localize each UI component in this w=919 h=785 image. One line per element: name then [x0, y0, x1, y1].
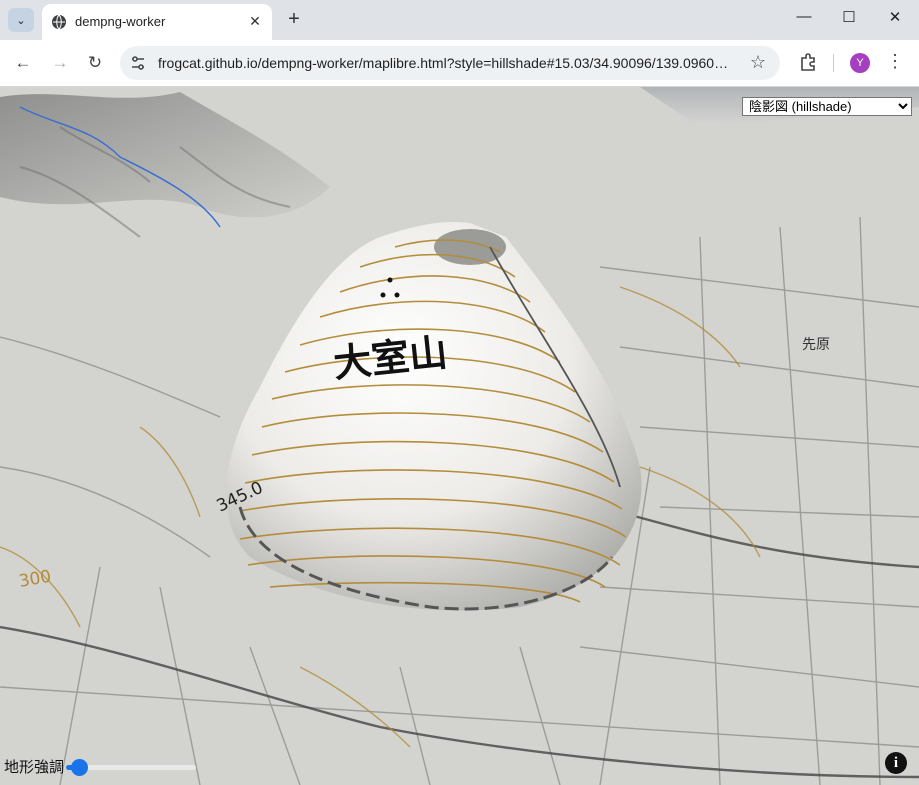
star-icon[interactable]: ☆: [750, 52, 766, 73]
url-text[interactable]: frogcat.github.io/dempng-worker/maplibre…: [158, 55, 738, 71]
browser-tab[interactable]: dempng-worker ✕: [42, 4, 272, 40]
back-button[interactable]: ←: [12, 53, 34, 73]
map-canvas[interactable]: 大室山 345.0 300 先原 陰影図 (hillshade) 地形強調 i: [0, 87, 919, 785]
tune-icon[interactable]: [130, 55, 146, 71]
address-bar[interactable]: frogcat.github.io/dempng-worker/maplibre…: [120, 46, 780, 80]
toolbar-divider: [833, 54, 834, 72]
globe-icon: [52, 14, 66, 30]
puzzle-icon[interactable]: [798, 52, 818, 72]
maximize-button[interactable]: ☐: [837, 8, 861, 26]
info-icon[interactable]: i: [885, 752, 907, 774]
minimize-button[interactable]: —: [792, 8, 816, 25]
profile-avatar[interactable]: Y: [850, 53, 870, 73]
tab-title: dempng-worker: [75, 14, 166, 29]
close-window-button[interactable]: ✕: [883, 8, 907, 26]
relief-slider[interactable]: [66, 758, 197, 776]
browser-toolbar: ← → ↻ frogcat.github.io/dempng-worker/ma…: [0, 40, 919, 87]
place-label: 先原: [802, 337, 830, 353]
style-select[interactable]: 陰影図 (hillshade): [742, 97, 912, 116]
forward-button[interactable]: →: [49, 53, 71, 73]
new-tab-button[interactable]: +: [284, 8, 304, 30]
terrain-render: 大室山 345.0 300 先原: [0, 87, 919, 785]
tab-close-icon[interactable]: ✕: [246, 13, 264, 30]
crater: [434, 229, 506, 265]
reload-button[interactable]: ↻: [84, 53, 106, 73]
slider-thumb[interactable]: [71, 758, 89, 776]
relief-label: 地形強調: [4, 759, 65, 776]
relief-control: 地形強調: [4, 756, 197, 777]
title-bar: ⌄ dempng-worker ✕ + — ☐ ✕: [0, 0, 919, 40]
kebab-menu-icon[interactable]: ⋮: [886, 51, 904, 72]
chevron-down-icon: ⌄: [16, 14, 26, 27]
tab-search-button[interactable]: ⌄: [8, 8, 34, 32]
